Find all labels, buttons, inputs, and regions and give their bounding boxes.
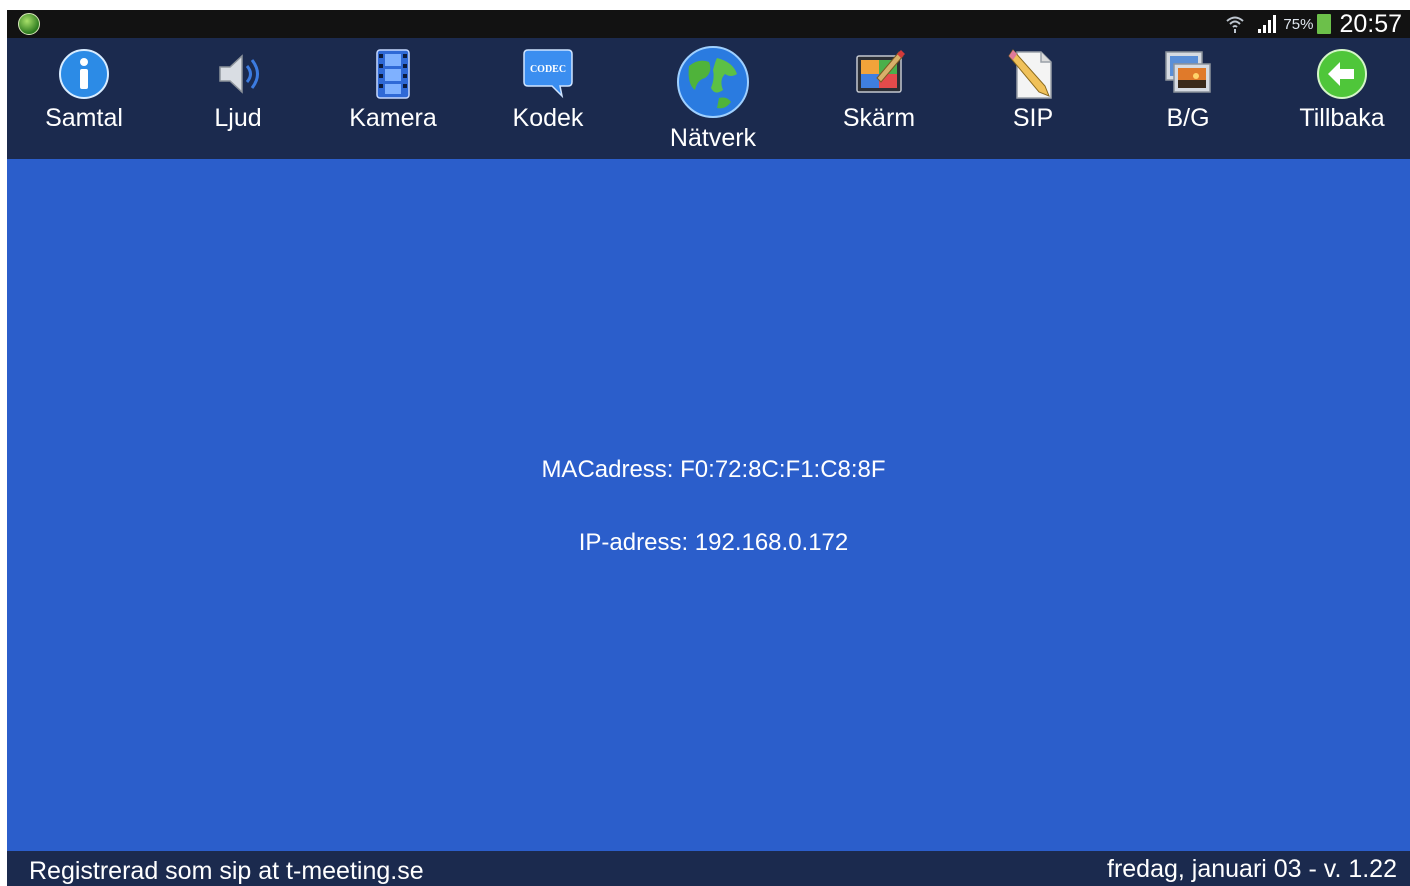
toolbar-item-skarm[interactable]: Skärm: [819, 48, 939, 133]
mac-address-text: MACadress: F0:72:8C:F1:C8:8F: [541, 456, 886, 483]
codec-bubble-text: CODEC: [530, 64, 566, 75]
toolbar-item-tillbaka[interactable]: Tillbaka: [1282, 48, 1402, 133]
toolbar-item-kodek[interactable]: CODEC Kodek: [488, 48, 608, 133]
globe-icon: [677, 46, 749, 118]
toolbar-item-label: B/G: [1166, 104, 1210, 132]
toolbar-item-ljud[interactable]: Ljud: [178, 48, 298, 133]
ip-address-text: IP-adress: 192.168.0.172: [578, 529, 849, 556]
toolbar-item-label: Tillbaka: [1299, 104, 1385, 132]
toolbar-item-bg[interactable]: B/G: [1128, 48, 1248, 133]
document-pencil-icon: [1008, 49, 1052, 99]
footer-bar: Registrerad som sip at t-meeting.se fred…: [7, 851, 1410, 886]
speaker-icon: [219, 54, 259, 94]
toolbar-item-label: Skärm: [842, 104, 916, 132]
toolbar-item-label: Samtal: [45, 104, 123, 132]
signal-icon: [1258, 15, 1277, 33]
battery-icon: [1317, 14, 1332, 34]
info-icon: [59, 49, 109, 99]
back-arrow-icon: [1317, 49, 1367, 99]
date-version: fredag, januari 03 - v. 1.22: [1107, 855, 1397, 883]
network-panel: MACadress: F0:72:8C:F1:C8:8F IP-adress: …: [7, 159, 1410, 851]
screen-paint-icon: [856, 50, 905, 93]
toolbar-item-label: Nätverk: [669, 124, 757, 152]
toolbar-item-kamera[interactable]: Kamera: [333, 48, 453, 133]
codec-bubble-icon: CODEC: [523, 49, 573, 99]
status-bar: 75% 20:57: [7, 10, 1410, 38]
clock: 20:57: [1339, 10, 1402, 38]
toolbar-item-sip[interactable]: SIP: [973, 48, 1093, 133]
wifi-icon: [1226, 16, 1245, 33]
registration-status: Registrerad som sip at t-meeting.se: [29, 857, 424, 885]
toolbar-item-label: Kodek: [512, 104, 584, 132]
app-logo-icon[interactable]: [18, 13, 40, 35]
toolbar-item-samtal[interactable]: Samtal: [24, 48, 144, 133]
app-screen: 75% 20:57 Samtal Ljud Kamera CODEC Kodek…: [7, 10, 1410, 886]
toolbar-item-label: SIP: [1012, 104, 1054, 132]
toolbar-item-natverk[interactable]: Nätverk: [653, 44, 773, 153]
picture-stack-icon: [1165, 51, 1211, 93]
toolbar-item-label: Kamera: [349, 104, 437, 132]
settings-toolbar: Samtal Ljud Kamera CODEC Kodek Nätverk S…: [7, 38, 1410, 158]
toolbar-item-label: Ljud: [214, 104, 262, 132]
film-strip-icon: [376, 49, 410, 99]
status-indicators: 75% 20:57: [1225, 10, 1402, 38]
battery-percent: 75%: [1283, 15, 1314, 33]
